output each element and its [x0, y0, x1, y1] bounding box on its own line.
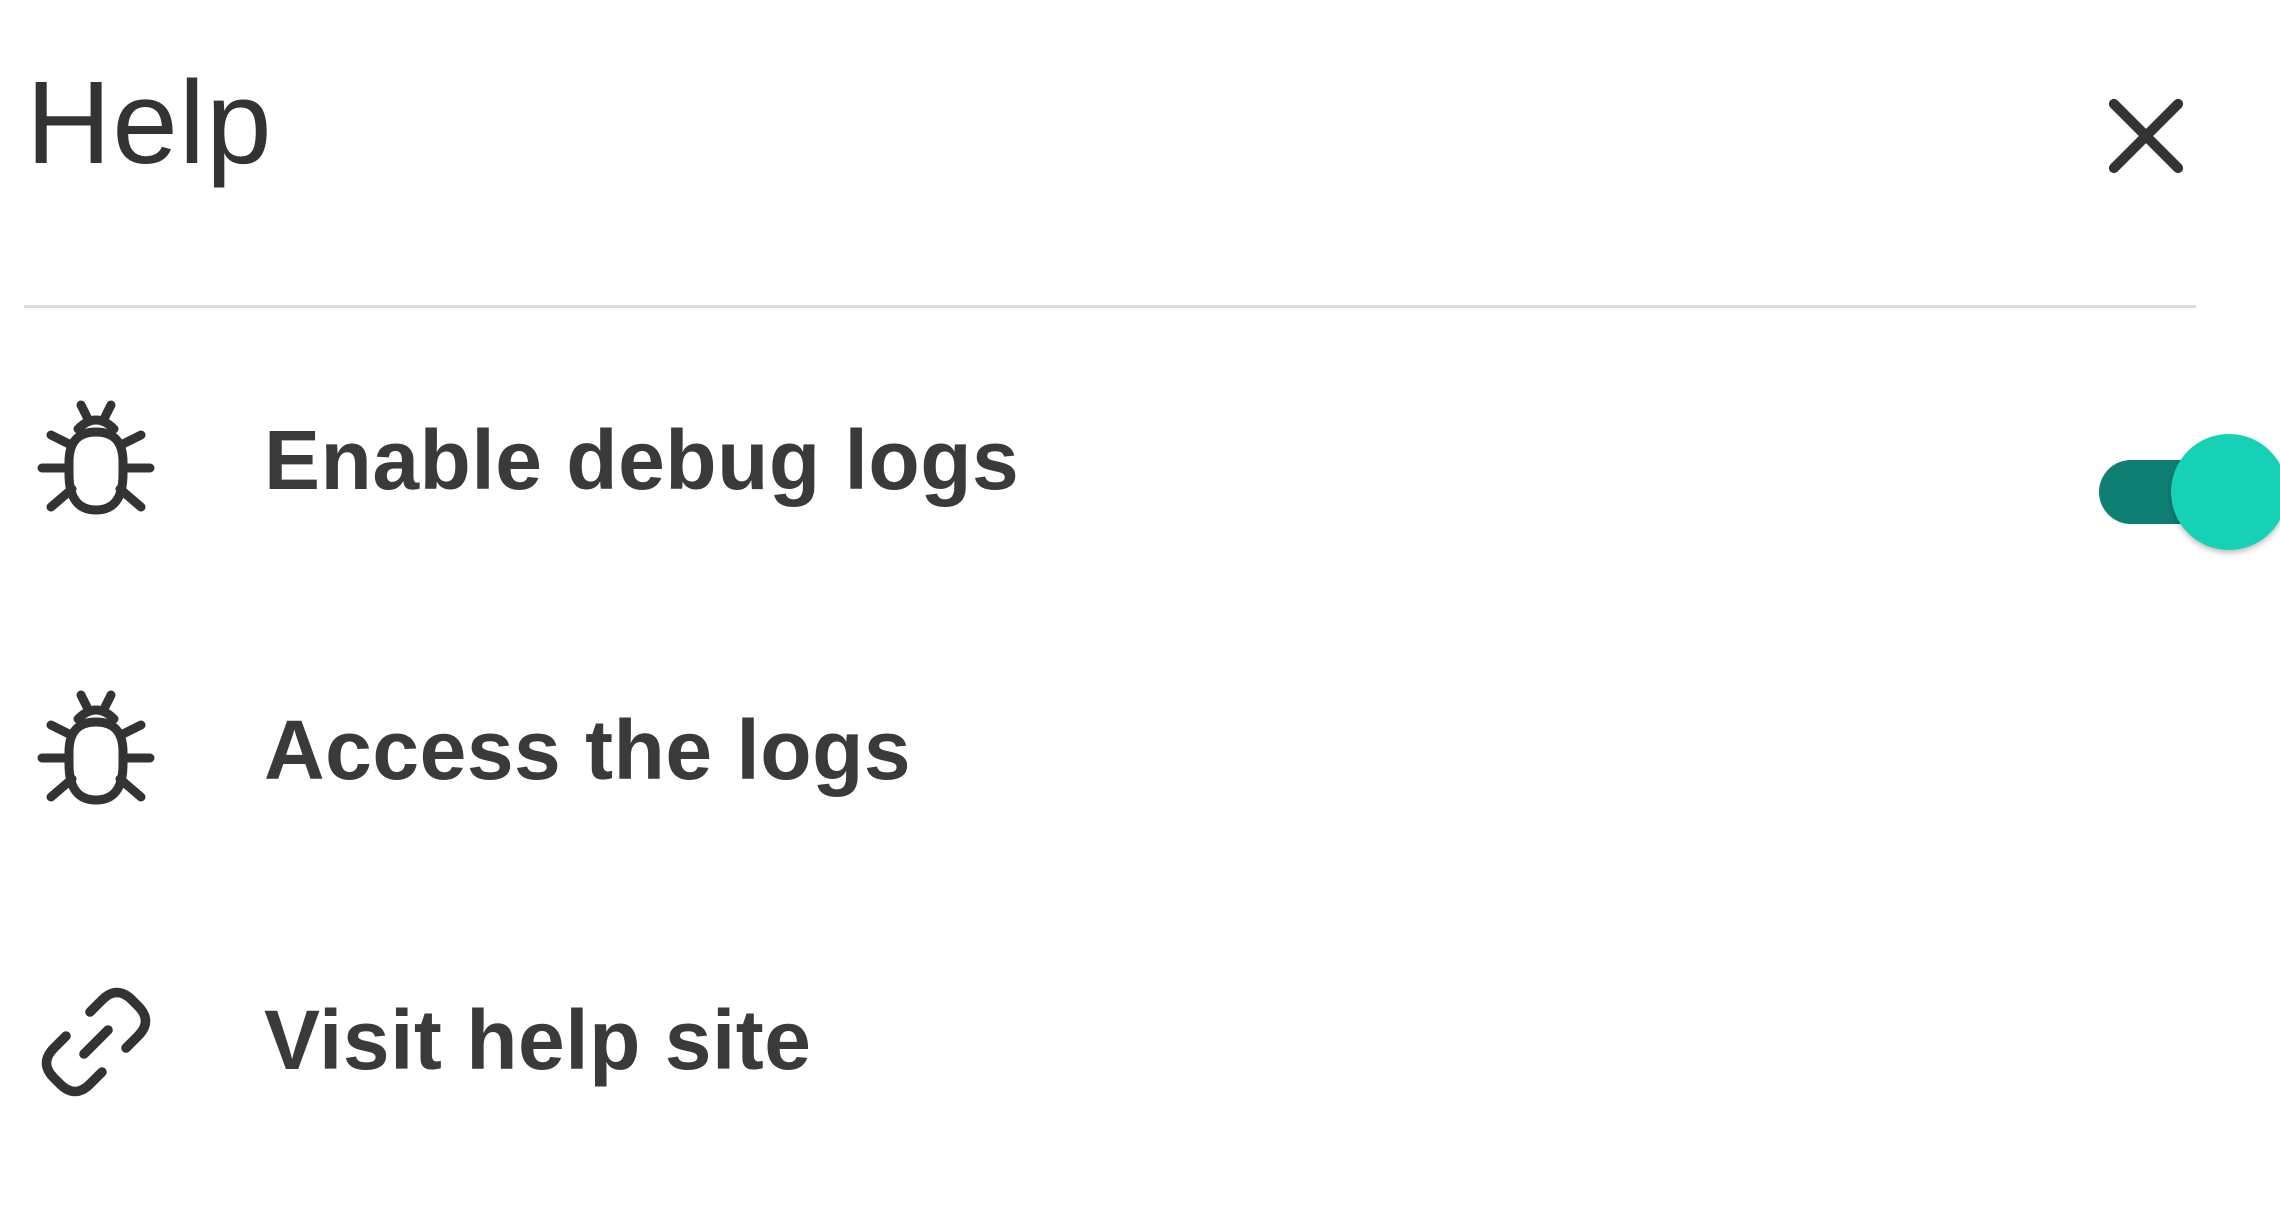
- toggle-thumb: [2171, 434, 2280, 550]
- enable-debug-logs-row[interactable]: Enable debug logs: [24, 360, 2280, 560]
- link-icon: [24, 970, 168, 1114]
- visit-help-site-row[interactable]: Visit help site: [24, 940, 2274, 1140]
- debug-logs-toggle[interactable]: [2079, 420, 2280, 550]
- dialog-header: Help: [26, 56, 2196, 206]
- access-logs-label: Access the logs: [264, 703, 912, 797]
- enable-debug-logs-label: Enable debug logs: [264, 413, 1020, 507]
- visit-help-site-label: Visit help site: [264, 993, 812, 1087]
- header-divider: [24, 305, 2196, 308]
- close-button[interactable]: [2076, 66, 2216, 206]
- access-logs-row[interactable]: Access the logs: [24, 650, 2274, 850]
- help-dialog: Help Enable debug logs Access the logs V…: [0, 0, 2280, 1228]
- close-icon: [2108, 98, 2184, 174]
- bug-icon: [24, 390, 168, 534]
- dialog-title: Help: [26, 57, 273, 189]
- bug-icon: [24, 680, 168, 824]
